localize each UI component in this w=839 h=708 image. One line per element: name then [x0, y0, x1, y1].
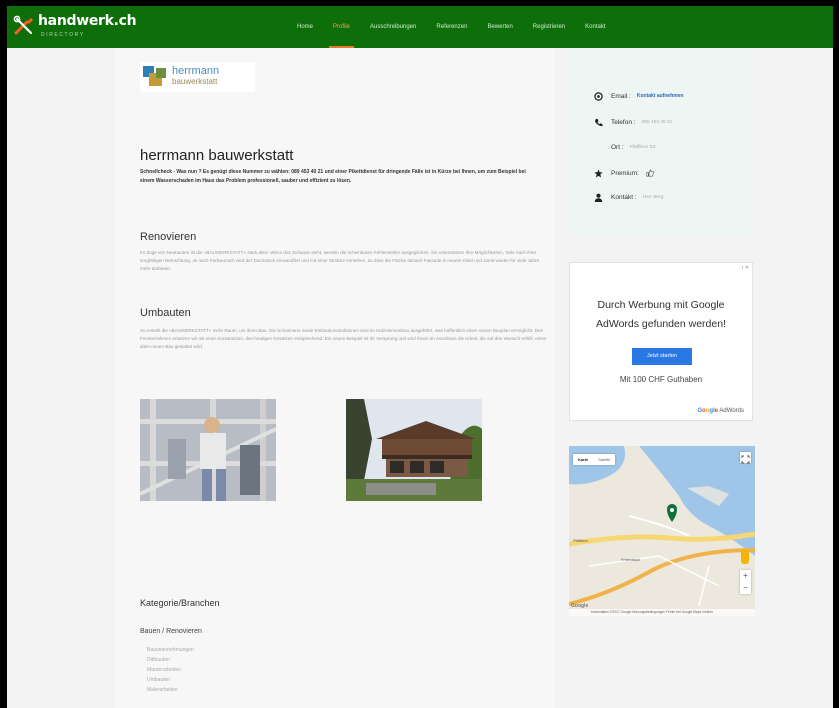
section-title-renovieren: Renovieren: [140, 231, 197, 243]
nav-item-bewerten[interactable]: Bewerten: [477, 6, 522, 48]
contact-person-value: Herr Berg: [642, 194, 664, 200]
star-icon: [593, 168, 603, 178]
phone-value[interactable]: 089 453 40 21: [642, 120, 673, 125]
categories-subtitle: Bauen / Renovieren: [140, 628, 202, 635]
site-logo-text: handwerk.ch: [38, 13, 137, 29]
company-name: herrmann bauwerkstatt: [140, 147, 294, 164]
nav-item-kontakt[interactable]: Kontakt: [575, 6, 615, 48]
nav-item-referenzen[interactable]: Referenzen: [426, 6, 477, 48]
categories-title: Kategorie/Branchen: [140, 598, 220, 608]
at-icon: [593, 91, 603, 101]
company-logo-line1: herrmann: [172, 65, 220, 77]
thumbs-up-icon: [645, 168, 655, 178]
fullscreen-icon[interactable]: [740, 452, 751, 464]
photo-house[interactable]: [346, 399, 482, 501]
nav-item-profile[interactable]: Profile: [323, 6, 360, 48]
category-list: BauunternehmungenDittbautenMaurerarbeite…: [140, 645, 194, 695]
user-icon: [593, 192, 603, 202]
ad-brand-product: AdWords: [719, 408, 744, 414]
city-label: Ort :: [611, 143, 624, 151]
category-item[interactable]: Bauunternehmungen: [140, 645, 194, 655]
street-view-pegman-icon[interactable]: [741, 550, 749, 564]
contact-box: Email : Kontakt aufnehmen Telefon : 089 …: [569, 48, 753, 236]
section-text-umbauten: So erstellt die «BAUWERKSTATT» mehr Raum…: [140, 328, 547, 349]
contact-city-row: Ort : Pfäffikon SZ: [611, 141, 656, 153]
email-label: Email :: [611, 92, 631, 100]
zoom-out-button[interactable]: −: [740, 582, 751, 594]
top-navbar: handwerk.ch DIRECTORY Home Profile Ausschr…: [7, 6, 833, 48]
tools-icon: [13, 15, 33, 35]
nav-item-registrieren[interactable]: Registrieren: [523, 6, 575, 48]
map-tab-satellit[interactable]: Satellit: [593, 454, 615, 465]
ad-headline-line2: AdWords gefunden werden!: [596, 318, 726, 330]
phone-label: Telefon :: [611, 118, 636, 126]
map-label-pfaeffikon: Pfäffikon: [573, 539, 588, 543]
city-value: Pfäffikon SZ: [629, 144, 656, 150]
company-logo-line2: bauwerkstatt: [172, 77, 218, 86]
map-zoom-control: + −: [740, 570, 751, 594]
category-item[interactable]: Malerarbeiten: [140, 685, 194, 695]
map-attribution[interactable]: Kartendaten ©2017 Google Nutzungsbedingu…: [569, 609, 755, 616]
contact-premium-row: Premium:: [593, 167, 663, 179]
company-logo: herrmann bauwerkstatt: [140, 62, 255, 92]
phone-icon: [593, 117, 603, 127]
zoom-in-button[interactable]: +: [740, 570, 751, 582]
category-item[interactable]: Umbauten: [140, 675, 194, 685]
map-type-tabs: Karte Satellit: [573, 454, 616, 465]
contact-person-row: Kontakt : Herr Berg: [593, 191, 663, 203]
photo-scaffolding[interactable]: [140, 399, 276, 501]
ad-start-button[interactable]: Jetzt starten: [632, 348, 692, 365]
site-logo[interactable]: handwerk.ch DIRECTORY: [13, 13, 137, 41]
nav-item-home[interactable]: Home: [287, 6, 323, 48]
site-logo-subtitle: DIRECTORY: [41, 32, 85, 38]
browser-viewport: handwerk.ch DIRECTORY Home Profile Ausschr…: [7, 6, 833, 708]
company-intro: Schnellcheck - Was nun ? Es genügt diese…: [140, 169, 526, 184]
section-title-umbauten: Umbauten: [140, 307, 191, 319]
contact-email-row: Email : Kontakt aufnehmen: [593, 90, 684, 102]
nav-item-ausschreibungen[interactable]: Ausschreibungen: [360, 6, 426, 48]
category-item[interactable]: Dittbauten: [140, 655, 194, 665]
contact-person-label: Kontakt :: [611, 193, 637, 201]
main-menu: Home Profile Ausschreibungen Referenzen Bewe…: [287, 6, 616, 48]
contact-phone-row: Telefon : 089 453 40 21: [593, 116, 672, 128]
location-map[interactable]: Karte Satellit Pfäffikon Freienbach + − …: [569, 446, 755, 616]
ad-headline: Durch Werbung mit Google AdWords gefunde…: [570, 296, 752, 334]
profile-sidebar: Email : Kontakt aufnehmen Telefon : 089 …: [555, 48, 767, 708]
category-item[interactable]: Maurerarbeiten: [140, 665, 194, 675]
google-adwords-ad[interactable]: i ✕ Durch Werbung mit Google AdWords gef…: [569, 262, 753, 421]
premium-label: Premium:: [611, 169, 639, 177]
ad-credit-text: Mit 100 CHF Guthaben: [619, 375, 703, 384]
email-contact-link[interactable]: Kontakt aufnehmen: [637, 93, 684, 99]
map-label-freienbach: Freienbach: [621, 558, 640, 562]
section-text-renovieren: Im Zuge von Neubauten ist die «BAUWERKST…: [140, 250, 540, 271]
profile-content: herrmann bauwerkstatt herrmann bauwerkst…: [115, 48, 555, 708]
google-adwords-logo: Google AdWords: [697, 408, 744, 414]
map-tab-karte[interactable]: Karte: [573, 454, 593, 465]
ad-headline-line1: Durch Werbung mit Google: [597, 299, 725, 311]
ad-close-icon[interactable]: i ✕: [742, 265, 749, 271]
map-canvas[interactable]: [569, 446, 755, 616]
